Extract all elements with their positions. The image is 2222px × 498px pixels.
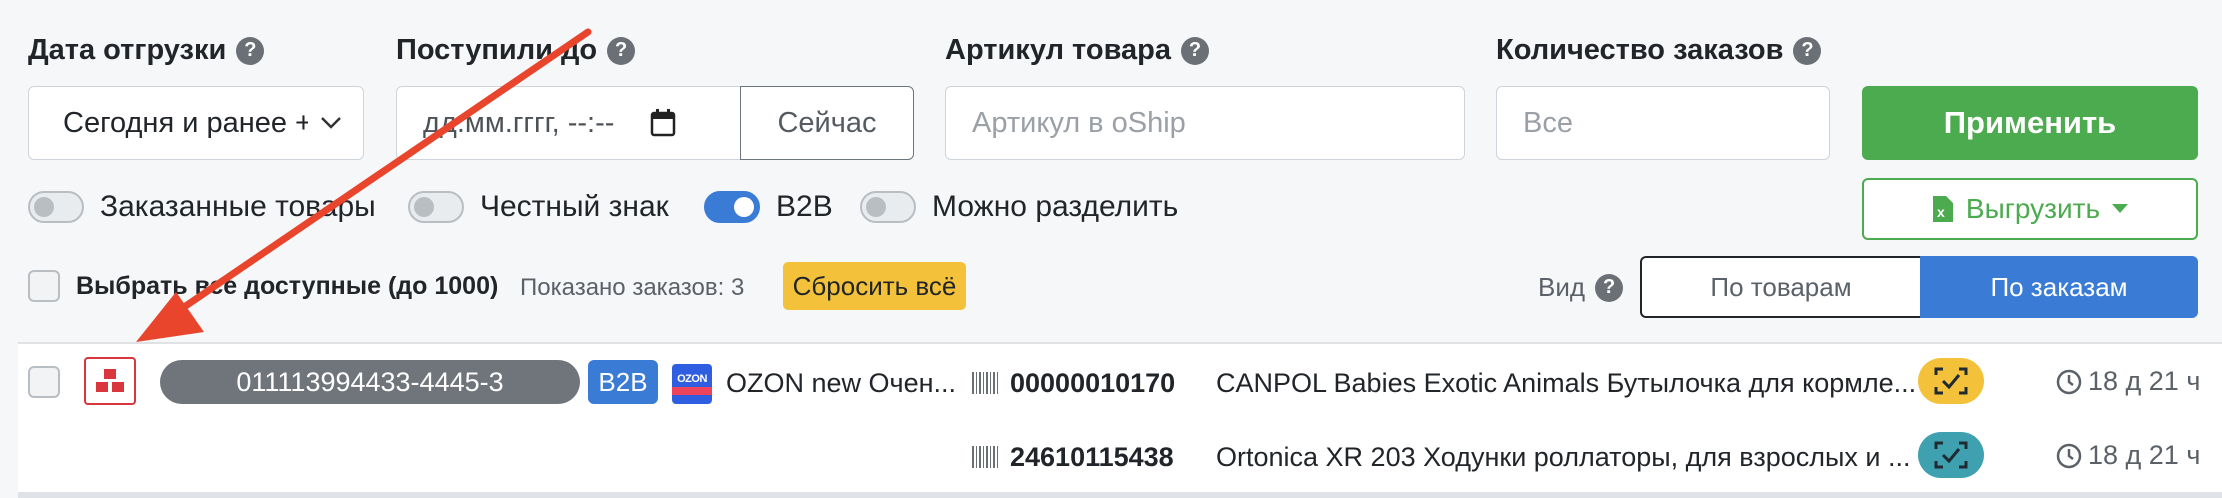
view-by-products-tab[interactable]: По товарам	[1640, 256, 1920, 318]
marketplace-name: OZON new Очен...	[726, 368, 957, 398]
stacked-boxes-icon	[96, 369, 124, 392]
scan-status-icon[interactable]	[1918, 358, 1984, 404]
received-until-input[interactable]: дд.мм.гггг, --:--	[396, 86, 742, 160]
b2b-badge: B2B	[588, 360, 658, 404]
panel-bottom-border	[18, 492, 2222, 498]
scan-check-icon	[1934, 367, 1968, 395]
ship-date-select[interactable]: Сегодня и ранее +	[28, 86, 364, 160]
item-time: 18 д 21 ч	[2056, 440, 2200, 471]
excel-file-icon: x	[1932, 196, 1953, 222]
item-barcode: 00000010170	[1010, 368, 1176, 398]
order-checkbox[interactable]	[28, 366, 60, 398]
calendar-icon[interactable]	[650, 109, 676, 137]
item-barcode: 24610115438	[1010, 442, 1174, 472]
ozon-logo-icon: OZON	[672, 364, 712, 404]
barcode-icon	[972, 446, 998, 468]
received-until-label: Поступили до ?	[396, 34, 636, 67]
toggle-switch[interactable]	[860, 191, 916, 223]
item-title[interactable]: Ortonica XR 203 Ходунки роллаторы, для в…	[1216, 442, 1911, 473]
article-label: Артикул товара ?	[945, 34, 1209, 67]
order-count-input[interactable]: Все	[1496, 86, 1830, 160]
toggle-b2b[interactable]: B2B	[704, 190, 833, 224]
article-input[interactable]: Артикул в oShip	[945, 86, 1465, 160]
scan-status-icon[interactable]	[1918, 432, 1984, 478]
select-all-label: Выбрать все доступные (до 1000)	[76, 272, 499, 300]
toggle-switch[interactable]	[28, 191, 84, 223]
help-icon[interactable]: ?	[1595, 273, 1624, 302]
toggle-switch[interactable]	[408, 191, 464, 223]
export-button[interactable]: x Выгрузить	[1862, 178, 2198, 240]
barcode-icon	[972, 372, 998, 394]
reset-button[interactable]: Сбросить всё	[783, 262, 966, 310]
select-all-checkbox[interactable]	[28, 270, 60, 302]
toggle-honest-sign[interactable]: Честный знак	[408, 190, 669, 224]
view-by-orders-tab[interactable]: По заказам	[1920, 256, 2198, 318]
clock-icon	[2056, 369, 2082, 394]
clock-icon	[2056, 443, 2082, 468]
apply-button[interactable]: Применить	[1862, 86, 2198, 160]
toggle-switch[interactable]	[704, 191, 760, 223]
toggle-can-split[interactable]: Можно разделить	[860, 190, 1178, 224]
order-count-label: Количество заказов ?	[1496, 34, 1822, 67]
item-time: 18 д 21 ч	[2056, 366, 2200, 397]
help-icon[interactable]: ?	[1181, 36, 1209, 65]
shown-count: Показано заказов: 3	[520, 274, 745, 301]
help-icon[interactable]: ?	[1793, 36, 1822, 65]
svg-text:x: x	[1937, 204, 1945, 220]
now-button[interactable]: Сейчас	[740, 86, 914, 160]
view-label: Вид ?	[1538, 272, 1624, 303]
help-icon[interactable]: ?	[607, 36, 636, 65]
help-icon[interactable]: ?	[236, 36, 265, 65]
chevron-down-icon	[321, 117, 341, 129]
item-title[interactable]: CANPOL Babies Exotic Animals Бутылочка д…	[1216, 368, 1916, 399]
caret-down-icon	[2112, 204, 2129, 213]
order-number-pill[interactable]: 011113994433-4445-3	[160, 360, 580, 404]
ship-date-label: Дата отгрузки ?	[28, 34, 265, 67]
boxes-icon[interactable]	[84, 357, 136, 405]
scan-check-icon	[1934, 441, 1968, 469]
toggle-ordered-products[interactable]: Заказанные товары	[28, 190, 376, 224]
